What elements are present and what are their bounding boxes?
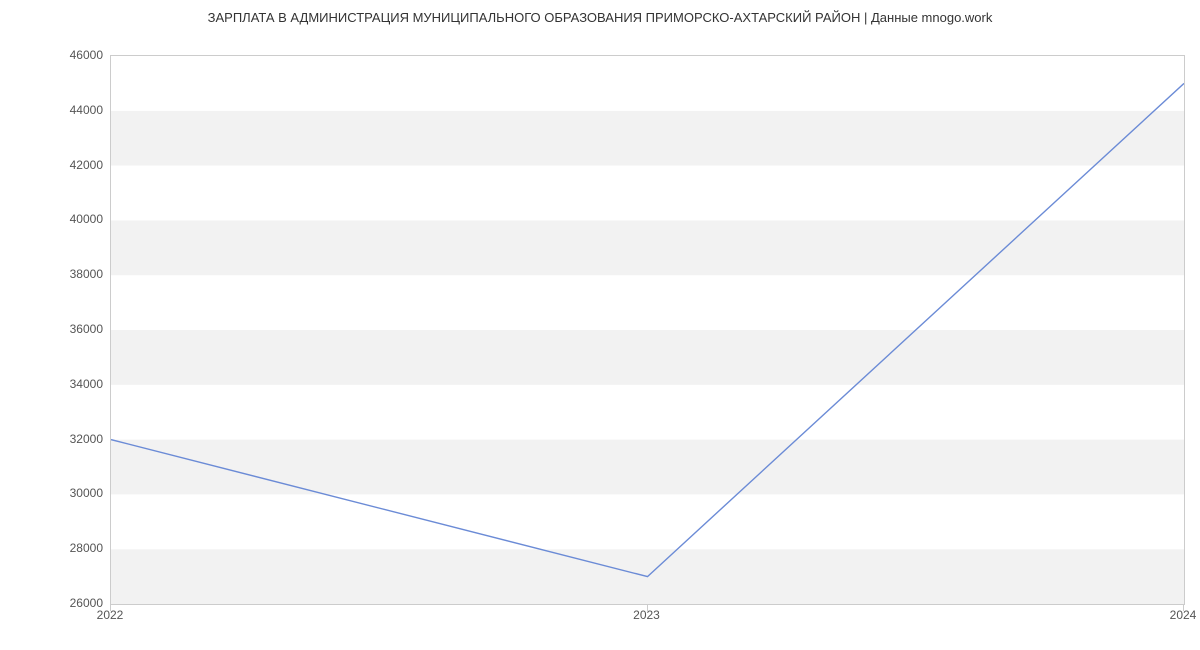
y-tick-label: 46000 [55, 48, 103, 62]
series-layer [111, 56, 1184, 604]
chart-title: ЗАРПЛАТА В АДМИНИСТРАЦИЯ МУНИЦИПАЛЬНОГО … [0, 10, 1200, 25]
y-tick-label: 40000 [55, 212, 103, 226]
y-tick-label: 44000 [55, 103, 103, 117]
y-tick-label: 42000 [55, 158, 103, 172]
y-tick-label: 28000 [55, 541, 103, 555]
y-tick-label: 36000 [55, 322, 103, 336]
line-chart: ЗАРПЛАТА В АДМИНИСТРАЦИЯ МУНИЦИПАЛЬНОГО … [0, 0, 1200, 650]
data-line [111, 83, 1184, 576]
x-tick-mark [110, 605, 111, 611]
y-tick-label: 34000 [55, 377, 103, 391]
x-tick-mark [1183, 605, 1184, 611]
y-tick-label: 30000 [55, 486, 103, 500]
y-tick-label: 32000 [55, 432, 103, 446]
plot-area [110, 55, 1185, 605]
x-tick-mark [647, 605, 648, 611]
y-tick-label: 38000 [55, 267, 103, 281]
